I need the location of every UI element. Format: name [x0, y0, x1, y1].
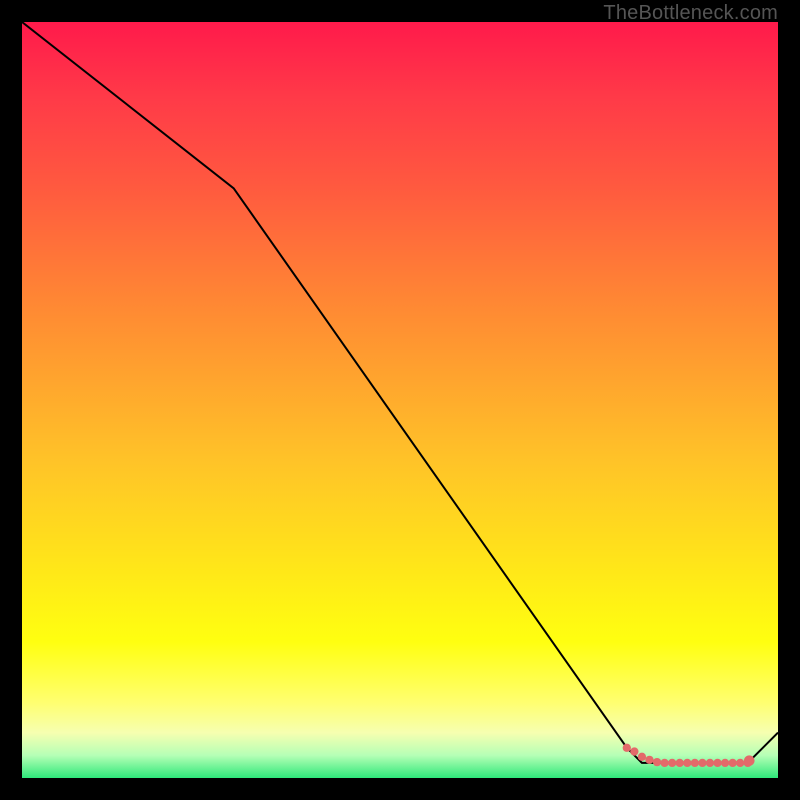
marker-dot	[623, 744, 631, 752]
marker-dot	[630, 747, 638, 755]
marker-dot	[728, 759, 736, 767]
marker-dot	[683, 759, 691, 767]
marker-dot	[645, 756, 653, 764]
marker-dot	[721, 759, 729, 767]
curve-line	[22, 22, 778, 763]
marker-dot	[698, 759, 706, 767]
marker-dot	[706, 759, 714, 767]
marker-dot	[638, 753, 646, 761]
marker-dot	[736, 759, 744, 767]
chart-overlay	[22, 22, 778, 778]
marker-dot	[668, 759, 676, 767]
marker-dot	[691, 759, 699, 767]
marker-dot	[713, 759, 721, 767]
marker-dot	[676, 759, 684, 767]
chart-frame: TheBottleneck.com	[0, 0, 800, 800]
marker-dot	[660, 759, 668, 767]
marker-dot	[744, 755, 755, 766]
marker-dot	[653, 758, 661, 766]
